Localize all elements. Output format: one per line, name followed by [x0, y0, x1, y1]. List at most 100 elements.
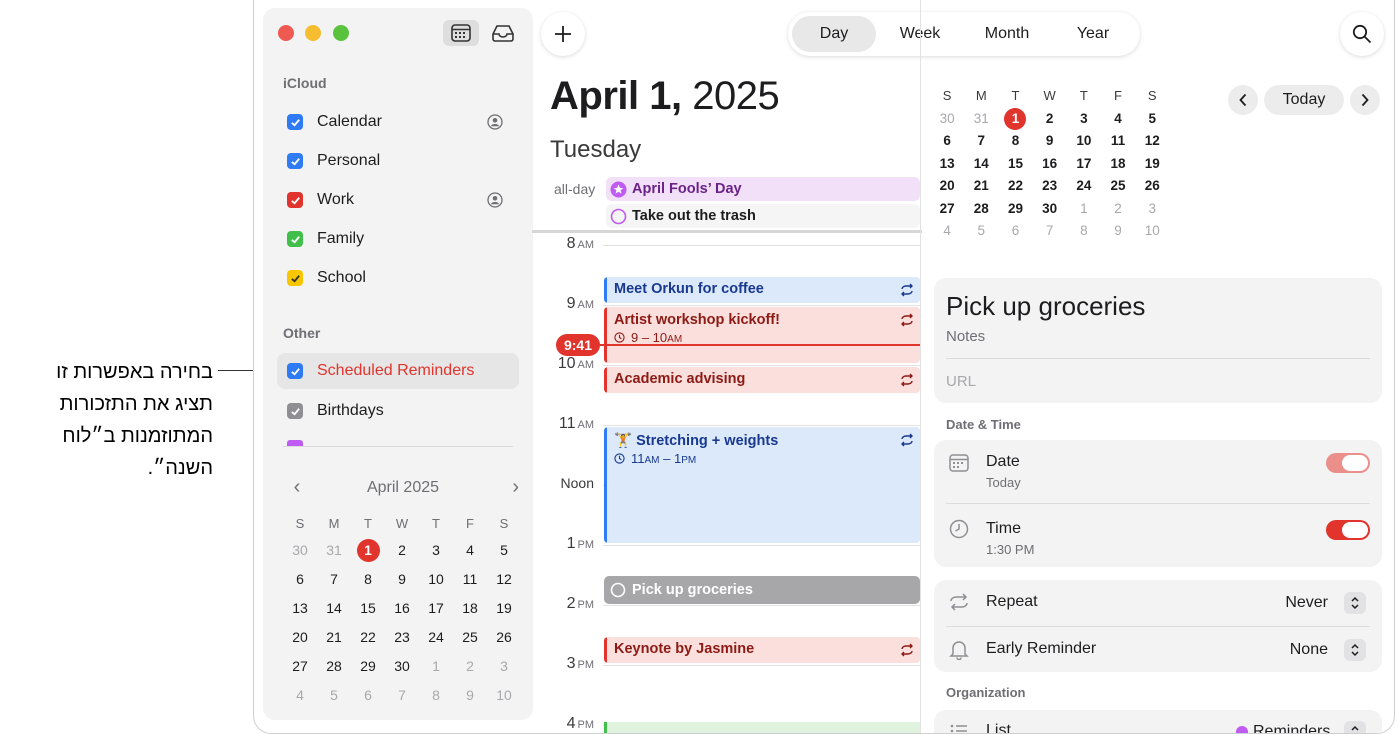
date-cell[interactable]: 27: [283, 652, 317, 681]
date-cell[interactable]: 24: [419, 623, 453, 652]
date-cell[interactable]: 30: [930, 108, 964, 131]
date-cell[interactable]: 8: [351, 565, 385, 594]
date-cell[interactable]: 30: [1033, 198, 1067, 221]
date-cell[interactable]: 10: [1067, 130, 1101, 153]
date-cell[interactable]: 25: [453, 623, 487, 652]
time-toggle[interactable]: [1326, 520, 1370, 540]
date-cell[interactable]: 16: [1033, 153, 1067, 176]
date-cell[interactable]: 26: [1135, 175, 1169, 198]
shared-person-icon[interactable]: [487, 192, 503, 208]
checkbox-icon[interactable]: [287, 192, 303, 208]
event-keynote-jasmine[interactable]: Keynote by Jasmine: [604, 637, 920, 663]
date-cell[interactable]: 7: [1033, 220, 1067, 243]
add-event-button[interactable]: [541, 12, 585, 56]
previous-month-button[interactable]: ‹: [287, 474, 307, 502]
date-cell[interactable]: 3: [487, 652, 521, 681]
date-cell[interactable]: 4: [283, 681, 317, 710]
calendar-item-calendar[interactable]: Calendar: [277, 104, 519, 140]
date-cell[interactable]: 10: [1135, 220, 1169, 243]
event-clipped-green[interactable]: [604, 722, 920, 733]
next-button[interactable]: [1350, 85, 1380, 115]
reminder-title-field[interactable]: Pick up groceries: [946, 291, 1145, 322]
reminder-pick-up-groceries[interactable]: Pick up groceries: [604, 576, 920, 604]
date-cell[interactable]: 5: [317, 681, 351, 710]
date-cell[interactable]: 2: [1033, 108, 1067, 131]
date-cell[interactable]: 19: [1135, 153, 1169, 176]
date-cell[interactable]: 5: [1135, 108, 1169, 131]
checkbox-icon[interactable]: [287, 403, 303, 419]
checkbox-icon[interactable]: [287, 231, 303, 247]
date-cell[interactable]: 9: [385, 565, 419, 594]
view-day-tab[interactable]: Day: [792, 16, 876, 52]
date-cell[interactable]: 11: [453, 565, 487, 594]
date-cell[interactable]: 29: [998, 198, 1032, 221]
date-cell[interactable]: 15: [351, 594, 385, 623]
date-cell[interactable]: 28: [317, 652, 351, 681]
date-cell[interactable]: 22: [998, 175, 1032, 198]
date-cell[interactable]: 31: [964, 108, 998, 131]
minimize-window-button[interactable]: [305, 25, 321, 41]
date-cell[interactable]: 16: [385, 594, 419, 623]
checkbox-icon[interactable]: [287, 114, 303, 130]
date-cell[interactable]: 31: [317, 536, 351, 565]
today-button[interactable]: Today: [1264, 85, 1344, 115]
date-cell[interactable]: 3: [1135, 198, 1169, 221]
inbox-button[interactable]: [485, 20, 521, 46]
time-value[interactable]: 1:30 PM: [986, 542, 1034, 557]
date-cell[interactable]: 8: [419, 681, 453, 710]
notes-field[interactable]: Notes: [946, 328, 985, 345]
checkbox-icon[interactable]: [287, 363, 303, 379]
date-cell[interactable]: 7: [964, 130, 998, 153]
date-cell[interactable]: 17: [1067, 153, 1101, 176]
allday-event-april-fools[interactable]: April Fools’ Day: [606, 177, 920, 201]
date-cell[interactable]: 6: [998, 220, 1032, 243]
date-cell[interactable]: 6: [930, 130, 964, 153]
date-cell[interactable]: 25: [1101, 175, 1135, 198]
date-cell[interactable]: 5: [964, 220, 998, 243]
calendar-item-birthdays[interactable]: Birthdays: [277, 393, 519, 429]
date-cell[interactable]: 1: [1067, 198, 1101, 221]
calendar-item-scheduled-reminders[interactable]: Scheduled Reminders: [277, 353, 519, 389]
date-cell[interactable]: 2: [385, 536, 419, 565]
date-cell[interactable]: 4: [1101, 108, 1135, 131]
date-cell[interactable]: 8: [998, 130, 1032, 153]
repeat-value[interactable]: Never: [1285, 594, 1328, 612]
date-cell[interactable]: 11: [1101, 130, 1135, 153]
date-cell[interactable]: 14: [317, 594, 351, 623]
date-cell[interactable]: 26: [487, 623, 521, 652]
date-cell[interactable]: 2: [453, 652, 487, 681]
calendar-item-school[interactable]: School: [277, 260, 519, 296]
date-cell[interactable]: 18: [453, 594, 487, 623]
date-cell[interactable]: 2: [1101, 198, 1135, 221]
checkbox-icon[interactable]: [287, 270, 303, 286]
date-cell[interactable]: 10: [419, 565, 453, 594]
previous-button[interactable]: [1228, 85, 1258, 115]
date-cell[interactable]: 21: [964, 175, 998, 198]
date-cell[interactable]: 10: [487, 681, 521, 710]
shared-person-icon[interactable]: [487, 114, 503, 130]
calendar-item-personal[interactable]: Personal: [277, 143, 519, 179]
date-cell[interactable]: 13: [283, 594, 317, 623]
date-cell[interactable]: 9: [453, 681, 487, 710]
date-cell[interactable]: 24: [1067, 175, 1101, 198]
list-value[interactable]: Reminders: [1236, 723, 1330, 733]
early-reminder-popup-button[interactable]: [1344, 639, 1366, 661]
date-cell[interactable]: 30: [283, 536, 317, 565]
date-cell[interactable]: 7: [317, 565, 351, 594]
date-cell[interactable]: 20: [930, 175, 964, 198]
today-date-cell[interactable]: 1: [351, 536, 385, 565]
date-cell[interactable]: 23: [385, 623, 419, 652]
date-cell[interactable]: 20: [283, 623, 317, 652]
view-year-tab[interactable]: Year: [1050, 16, 1136, 52]
date-cell[interactable]: 9: [1033, 130, 1067, 153]
date-cell[interactable]: 18: [1101, 153, 1135, 176]
repeat-popup-button[interactable]: [1344, 592, 1366, 614]
date-cell[interactable]: 9: [1101, 220, 1135, 243]
url-field[interactable]: URL: [946, 373, 976, 390]
date-cell[interactable]: 12: [1135, 130, 1169, 153]
date-cell[interactable]: 21: [317, 623, 351, 652]
close-window-button[interactable]: [278, 25, 294, 41]
date-cell[interactable]: 22: [351, 623, 385, 652]
today-date-cell[interactable]: 1: [998, 107, 1032, 131]
date-cell[interactable]: 29: [351, 652, 385, 681]
